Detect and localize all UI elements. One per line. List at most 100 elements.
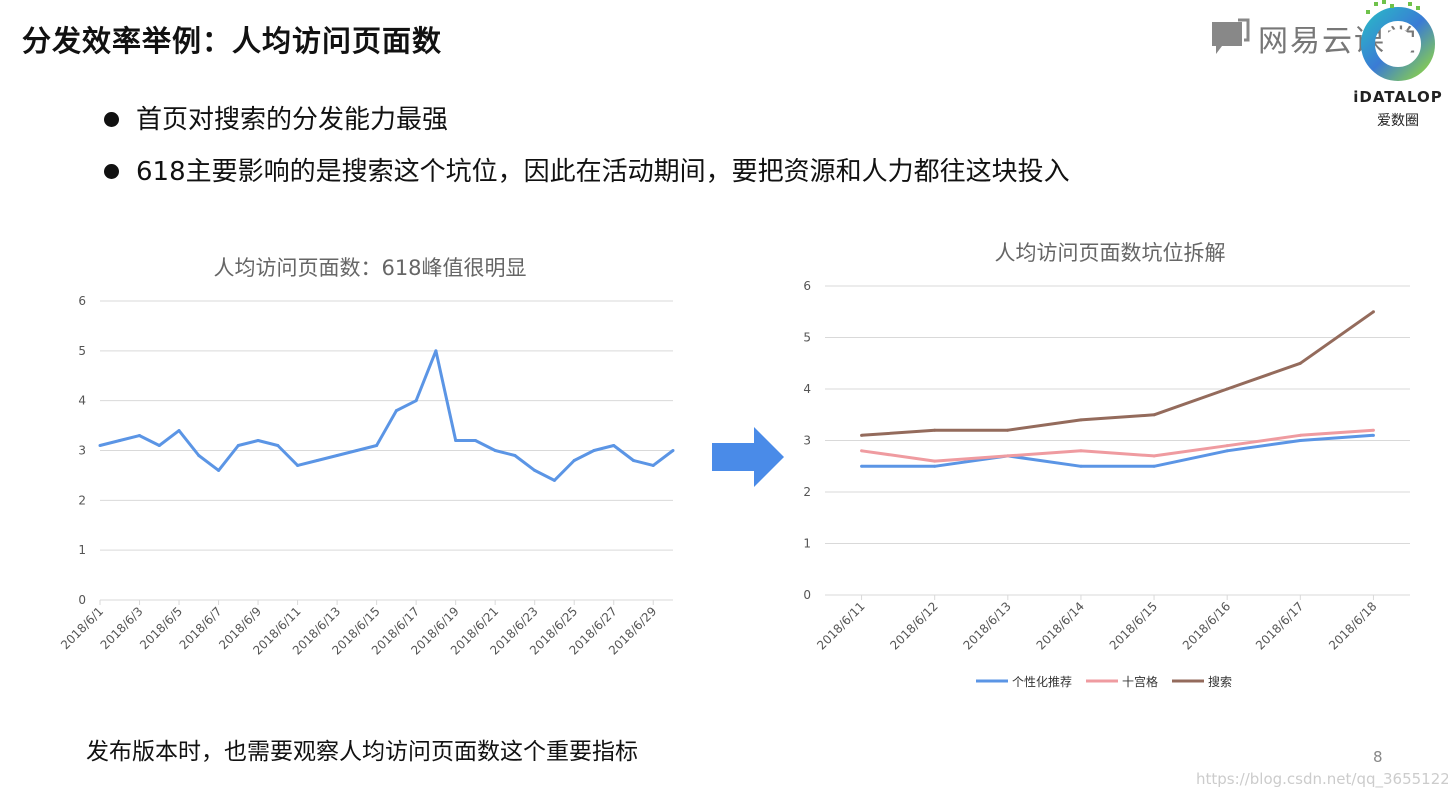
chart-1-title: 人均访问页面数：618峰值很明显 [213, 256, 527, 280]
data-point [276, 444, 280, 448]
y-tick-label: 4 [803, 382, 811, 396]
data-point [533, 468, 537, 472]
data-point [1298, 433, 1302, 437]
line-chart-slot-breakdown: 0 1 2 3 4 5 6 2018/6/11 2018/6/12 2018/6/13 2018/6… [803, 279, 1410, 689]
data-point [933, 464, 937, 468]
data-point [434, 349, 438, 353]
bullet-dot-icon [104, 164, 119, 179]
data-point [355, 449, 359, 452]
y-tick-label: 5 [803, 331, 811, 345]
data-point [1152, 464, 1156, 468]
series-line [861, 428, 1374, 463]
y-tick-label: 0 [78, 593, 86, 607]
data-point [493, 449, 497, 452]
x-tick-label: 2018/6/11 [814, 599, 867, 652]
data-point [572, 458, 576, 462]
bullet-dot-icon [104, 112, 119, 127]
x-tick-label: 2018/6/15 [1107, 599, 1160, 652]
line-chart-daily-pageviews: 01234562018/6/12018/6/32018/6/52018/6/72… [58, 294, 675, 658]
data-point [1371, 310, 1375, 314]
data-point [1371, 433, 1375, 437]
data-point [1006, 428, 1010, 432]
data-point [552, 478, 556, 482]
data-point [860, 433, 864, 437]
logo-chinese-name: 爱数圈 [1377, 113, 1419, 129]
data-point [296, 463, 300, 467]
idatalop-logo: iDATALOP 爱数圈 [1352, 0, 1444, 130]
slide-title: 分发效率举例：人均访问页面数 [22, 24, 443, 58]
bullet-text: 首页对搜索的分发能力最强 [136, 105, 449, 135]
x-tick-label: 2018/6/13 [961, 599, 1014, 652]
x-tick-label: 2018/6/17 [1253, 599, 1306, 652]
data-point [315, 458, 319, 462]
data-point [860, 464, 864, 468]
data-point [138, 434, 142, 438]
legend-label: 搜索 [1208, 674, 1232, 689]
data-point [1298, 361, 1302, 365]
bullet-item: 首页对搜索的分发能力最强 [100, 98, 1070, 150]
data-point [118, 439, 122, 443]
data-point [157, 444, 161, 448]
bullet-item: 618主要影响的是搜索这个坑位，因此在活动期间，要把资源和人力都往这块投入 [100, 150, 1070, 202]
data-point [177, 429, 181, 433]
y-tick-label: 4 [78, 394, 86, 408]
data-point [473, 439, 477, 443]
y-tick-label: 1 [78, 543, 86, 557]
series-line [99, 349, 674, 482]
data-point [256, 439, 260, 443]
y-tick-label: 5 [78, 344, 86, 358]
data-point [1079, 464, 1083, 468]
footer-note: 发布版本时，也需要观察人均访问页面数这个重要指标 [86, 739, 638, 765]
x-tick-label: 2018/6/12 [887, 599, 940, 652]
data-point [1225, 444, 1229, 448]
data-point [933, 459, 937, 463]
watermark: https://blog.csdn.net/qq_36551226 [1196, 770, 1448, 788]
data-point [1152, 454, 1156, 458]
ring-logo-icon [1361, 0, 1435, 81]
data-point [1225, 449, 1229, 453]
data-point [197, 453, 201, 457]
data-point [612, 444, 616, 448]
data-point [335, 453, 339, 457]
page-number: 8 [1373, 748, 1383, 766]
data-point [592, 449, 596, 452]
x-tick-label: 2018/6/18 [1326, 599, 1379, 652]
data-point [1298, 439, 1302, 442]
y-tick-label: 3 [78, 444, 86, 458]
legend-label: 十宫格 [1122, 674, 1158, 689]
y-tick-label: 6 [803, 279, 811, 293]
data-point [671, 449, 675, 452]
bullet-text: 618主要影响的是搜索这个坑位，因此在活动期间，要把资源和人力都往这块投入 [136, 157, 1070, 187]
data-point [1079, 418, 1083, 422]
data-point [454, 439, 458, 443]
data-point [98, 444, 102, 448]
y-tick-label: 2 [803, 485, 811, 499]
data-point [651, 463, 655, 467]
y-tick-label: 0 [803, 588, 811, 602]
x-tick-label: 2018/6/1 [58, 604, 106, 652]
data-point [414, 399, 418, 403]
data-point [1079, 449, 1083, 453]
y-tick-label: 1 [803, 537, 811, 551]
logo-name: iDATALOP [1353, 88, 1443, 106]
speech-bubble-icon [1212, 18, 1250, 54]
data-point [236, 444, 240, 448]
series-line [861, 310, 1375, 437]
data-point [1006, 454, 1010, 458]
data-point [1225, 387, 1229, 391]
data-point [933, 428, 937, 432]
data-point [1152, 413, 1156, 417]
right-arrow-icon [712, 427, 784, 487]
x-tick-label: 2018/6/16 [1180, 599, 1233, 652]
x-tick-label: 2018/6/14 [1034, 599, 1087, 652]
y-tick-label: 2 [78, 493, 86, 507]
x-tick-label: 2018/6/3 [98, 604, 146, 652]
legend-label: 个性化推荐 [1012, 675, 1072, 689]
data-point [375, 444, 379, 448]
data-point [217, 468, 221, 472]
data-point [1371, 428, 1375, 432]
y-tick-label: 3 [803, 434, 811, 448]
data-point [394, 409, 398, 413]
y-tick-label: 6 [78, 294, 86, 308]
bullet-list: 首页对搜索的分发能力最强 618主要影响的是搜索这个坑位，因此在活动期间，要把资… [100, 98, 1070, 202]
